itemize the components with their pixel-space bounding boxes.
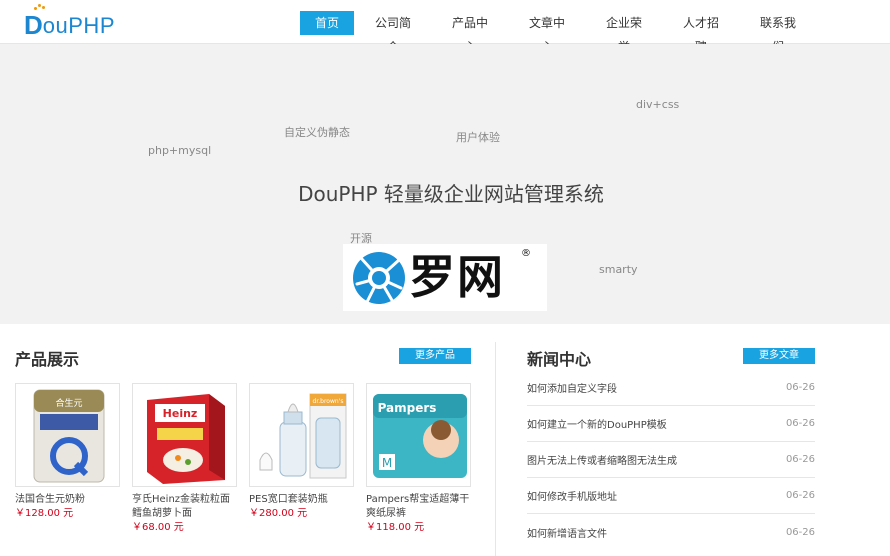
spider-logo-icon xyxy=(353,252,405,304)
product-card[interactable]: Pampers M Pampers帮宝适超薄干爽纸尿裤 ￥118.00 元 xyxy=(366,383,471,535)
product-price: ￥128.00 元 xyxy=(15,508,74,519)
nav-item-products[interactable]: 产品中心 xyxy=(439,11,501,54)
product-price: ￥68.00 元 xyxy=(132,522,184,533)
section-divider xyxy=(495,342,496,556)
product-image[interactable]: 合生元 xyxy=(15,383,120,487)
news-date: 06-26 xyxy=(785,454,815,465)
main-nav: 首页 公司简介 产品中心 文章中心 企业荣誉 人才招聘 联系我们 xyxy=(300,11,809,54)
product-name[interactable]: 亨氏Heinz金装粒粒面鳕鱼胡萝卜面 xyxy=(132,493,237,521)
news-title[interactable]: 如何新增语言文件 xyxy=(527,525,607,540)
baby-food-box-icon: Heinz xyxy=(147,394,225,484)
news-list: 如何添加自定义字段 06-26 如何建立一个新的DouPHP模板 06-26 图… xyxy=(527,370,815,550)
svg-text:M: M xyxy=(382,456,392,470)
watermark-logo: 罗网 ® xyxy=(343,244,547,311)
product-card[interactable]: Heinz 亨氏Heinz金装粒粒面鳕鱼胡萝卜面 ￥68.00 元 xyxy=(132,383,237,535)
news-section-title: 新闻中心 xyxy=(527,350,592,369)
product-image-label: dr.brown's xyxy=(313,398,344,405)
product-card[interactable]: dr.brown's PES宽口套装奶瓶 ￥280.00 元 xyxy=(249,383,354,521)
nav-item-articles[interactable]: 文章中心 xyxy=(516,11,578,54)
nav-item-about[interactable]: 公司简介 xyxy=(362,11,424,54)
news-item[interactable]: 如何建立一个新的DouPHP模板 06-26 xyxy=(527,406,815,442)
banner-tag: div+css xyxy=(636,98,680,111)
products-section-title: 产品展示 xyxy=(15,350,80,369)
product-price: ￥280.00 元 xyxy=(249,508,308,519)
product-price: ￥118.00 元 xyxy=(366,522,425,533)
site-logo[interactable]: D ouPHP xyxy=(24,4,115,40)
news-date: 06-26 xyxy=(785,526,815,538)
news-item[interactable]: 如何添加自定义字段 06-26 xyxy=(527,370,815,406)
diaper-pack-icon: Pampers M xyxy=(373,394,467,478)
banner-title: DouPHP 轻量级企业网站管理系统 xyxy=(298,182,604,206)
news-date: 06-26 xyxy=(785,490,815,501)
news-title[interactable]: 如何添加自定义字段 xyxy=(527,380,617,395)
banner-tag: 用户体验 xyxy=(456,131,500,144)
product-name[interactable]: PES宽口套装奶瓶 xyxy=(249,493,354,507)
more-products-button[interactable]: 更多产品 xyxy=(399,348,471,364)
product-image[interactable]: Heinz xyxy=(132,383,237,487)
product-name[interactable]: Pampers帮宝适超薄干爽纸尿裤 xyxy=(366,493,471,521)
more-articles-button[interactable]: 更多文章 xyxy=(743,348,815,364)
news-title[interactable]: 如何建立一个新的DouPHP模板 xyxy=(527,416,667,431)
logo-text: ouPHP xyxy=(42,13,115,38)
news-item[interactable]: 图片无法上传或者缩略图无法生成 06-26 xyxy=(527,442,815,478)
watermark-text: 罗网 xyxy=(409,250,505,304)
baby-bottle-icon: dr.brown's xyxy=(259,393,347,479)
product-card[interactable]: 合生元 法国合生元奶粉 ￥128.00 元 xyxy=(15,383,120,521)
product-image[interactable]: Pampers M xyxy=(366,383,471,487)
news-title[interactable]: 如何修改手机版地址 xyxy=(527,488,617,503)
banner-tag: 自定义伪静态 xyxy=(284,126,350,139)
product-image-label: Pampers xyxy=(378,401,437,415)
banner-tag: smarty xyxy=(599,263,638,276)
banner-tag: php+mysql xyxy=(148,144,212,157)
product-image-label: Heinz xyxy=(163,407,198,420)
nav-item-contact[interactable]: 联系我们 xyxy=(747,11,809,54)
news-date: 06-26 xyxy=(785,418,815,429)
news-item[interactable]: 如何修改手机版地址 06-26 xyxy=(527,478,815,514)
hero-banner[interactable]: div+css 自定义伪静态 用户体验 php+mysql 开源 smarty … xyxy=(0,44,890,324)
milk-powder-can-icon: 合生元 xyxy=(33,389,105,483)
news-date: 06-26 xyxy=(785,382,815,393)
registered-mark: ® xyxy=(521,248,531,259)
nav-item-honors[interactable]: 企业荣誉 xyxy=(593,11,655,54)
product-name[interactable]: 法国合生元奶粉 xyxy=(15,493,120,507)
product-image-label: 合生元 xyxy=(55,397,82,409)
news-item[interactable]: 如何新增语言文件 06-26 xyxy=(527,514,815,550)
news-title[interactable]: 图片无法上传或者缩略图无法生成 xyxy=(527,452,677,467)
logo-letter: D xyxy=(24,10,43,40)
nav-item-jobs[interactable]: 人才招聘 xyxy=(670,11,732,54)
nav-item-home[interactable]: 首页 xyxy=(300,11,354,35)
header: D ouPHP 首页 公司简介 产品中心 文章中心 企业荣誉 人才招聘 联系我们 xyxy=(0,0,890,54)
product-image[interactable]: dr.brown's xyxy=(249,383,354,487)
logo-dots-icon xyxy=(34,4,48,12)
